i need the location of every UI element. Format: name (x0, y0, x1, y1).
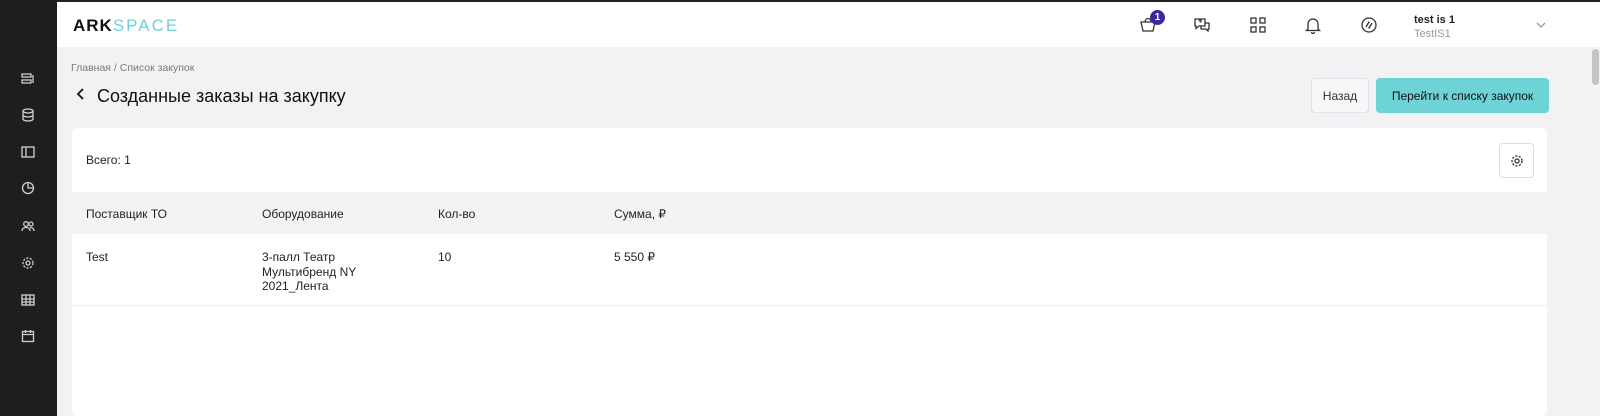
sidebar-item-calendar[interactable] (17, 325, 39, 347)
user-menu-toggle[interactable] (1535, 18, 1549, 32)
cell-supplier: Test (86, 250, 109, 264)
page-scrollbar[interactable] (1591, 47, 1600, 416)
cart-count-badge: 1 (1150, 10, 1165, 25)
list-icon (21, 73, 34, 84)
table-icon (21, 294, 35, 306)
users-icon (21, 221, 35, 232)
breadcrumb-home[interactable]: Главная (71, 62, 111, 74)
column-header-equipment[interactable]: Оборудование (262, 207, 412, 221)
sync-icon (1361, 17, 1377, 33)
back-button[interactable]: Назад (1311, 78, 1369, 113)
cell-sum: 5 550 ₽ (614, 250, 655, 264)
top-bar: ARKSPACE 1 test is 1 TestIS1 (57, 0, 1600, 47)
user-login[interactable]: TestIS1 (1414, 28, 1451, 40)
sidebar-item-reports[interactable] (17, 177, 39, 199)
table-header: Поставщик ТО Оборудование Кол-во Сумма, … (72, 192, 1547, 234)
sidebar (0, 0, 57, 416)
table-settings-button[interactable] (1499, 143, 1534, 178)
cell-quantity: 10 (438, 250, 452, 264)
scrollbar-thumb[interactable] (1592, 49, 1599, 85)
cart-button[interactable]: 1 (1137, 10, 1165, 36)
breadcrumb-current[interactable]: Список закупок (120, 62, 195, 74)
sidebar-item-layout[interactable] (17, 141, 39, 163)
main-content: Главная / Список закупок Созданные заказ… (57, 47, 1600, 416)
layout-icon (21, 146, 35, 158)
chat-help-icon (1194, 18, 1210, 33)
sidebar-item-list[interactable] (17, 68, 39, 90)
app-logo[interactable]: ARKSPACE (73, 16, 179, 36)
go-to-purchase-list-button[interactable]: Перейти к списку закупок (1376, 78, 1549, 113)
orders-table-card: Всего: 1 Поставщик ТО Оборудование Кол-в… (72, 128, 1547, 416)
column-header-quantity[interactable]: Кол-во (438, 207, 475, 221)
support-chat-button[interactable] (1191, 14, 1213, 36)
cell-equipment: 3-палл Театр Мультибренд NY 2021_Лента (262, 250, 357, 293)
table-row[interactable]: Test 3-палл Театр Мультибренд NY 2021_Ле… (72, 234, 1547, 306)
column-header-supplier[interactable]: Поставщик ТО (86, 207, 167, 221)
calendar-icon (21, 330, 35, 343)
back-arrow-button[interactable] (75, 87, 89, 105)
gear-icon (1510, 154, 1523, 167)
gear-icon (22, 257, 34, 269)
chevron-left-icon (76, 88, 84, 100)
database-icon (22, 108, 34, 122)
pie-chart-icon (21, 181, 35, 195)
grid-icon (1250, 17, 1266, 33)
sidebar-item-database[interactable] (17, 104, 39, 126)
breadcrumb-separator: / (110, 62, 120, 74)
sidebar-item-users[interactable] (17, 215, 39, 237)
column-header-sum[interactable]: Сумма, ₽ (614, 207, 666, 221)
sidebar-item-table[interactable] (17, 289, 39, 311)
user-name[interactable]: test is 1 (1414, 14, 1455, 26)
chevron-down-icon (1536, 22, 1546, 28)
bell-icon (1304, 18, 1322, 34)
breadcrumb: Главная / Список закупок (71, 62, 194, 74)
notifications-button[interactable] (1302, 14, 1324, 36)
total-count: Всего: 1 (86, 153, 131, 167)
apps-button[interactable] (1247, 14, 1269, 36)
sidebar-item-settings[interactable] (17, 252, 39, 274)
sync-button[interactable] (1358, 14, 1380, 36)
page-title: Созданные заказы на закупку (97, 86, 346, 106)
